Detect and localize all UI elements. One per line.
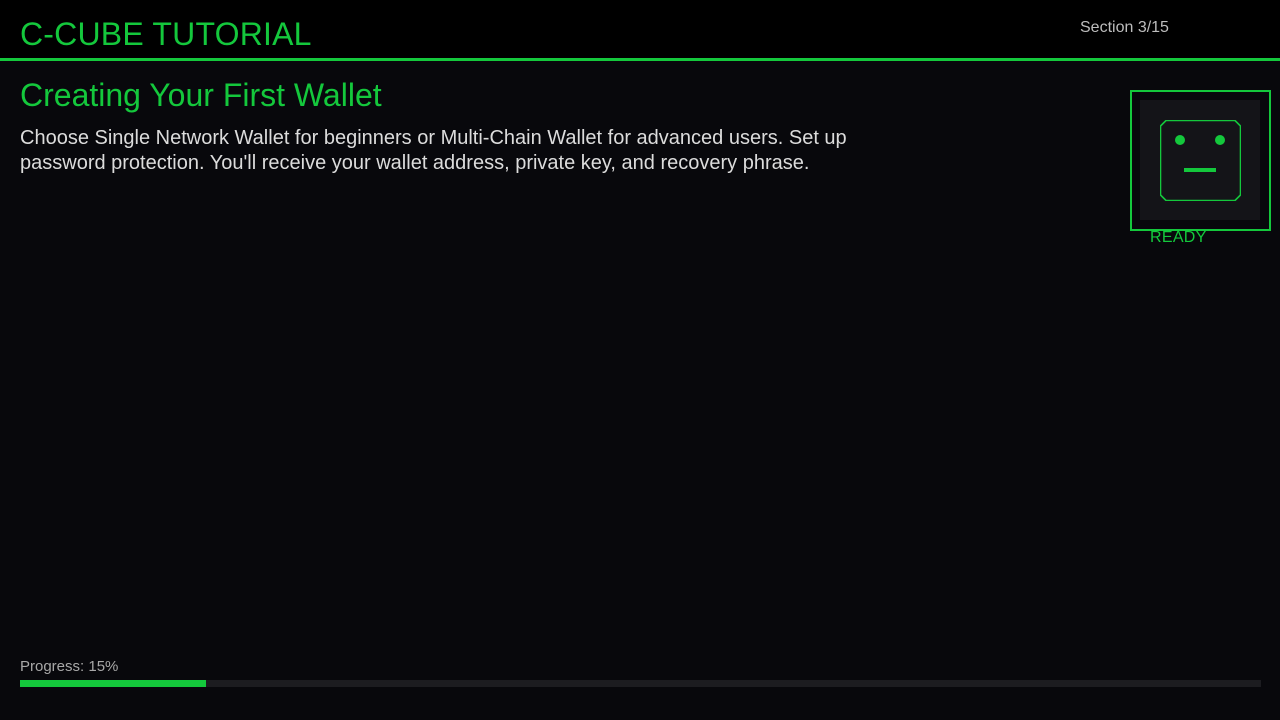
assistant-avatar-panel <box>1140 100 1260 220</box>
lesson-title: Creating Your First Wallet <box>20 77 382 113</box>
assistant-status: READY <box>1150 229 1207 246</box>
section-counter: Section 3/15 <box>1080 19 1169 36</box>
lesson-description: Choose Single Network Wallet for beginne… <box>20 127 847 174</box>
assistant-avatar-frame <box>1130 90 1271 231</box>
header-divider <box>0 58 1280 61</box>
header-bar: C-CUBE TUTORIAL Section 3/15 <box>0 0 1280 58</box>
app-title: C-CUBE TUTORIAL <box>20 16 312 52</box>
progress-bar <box>20 680 1261 687</box>
robot-face-icon <box>1160 120 1241 201</box>
progress-label: Progress: 15% <box>20 658 119 675</box>
progress-fill <box>20 680 207 687</box>
